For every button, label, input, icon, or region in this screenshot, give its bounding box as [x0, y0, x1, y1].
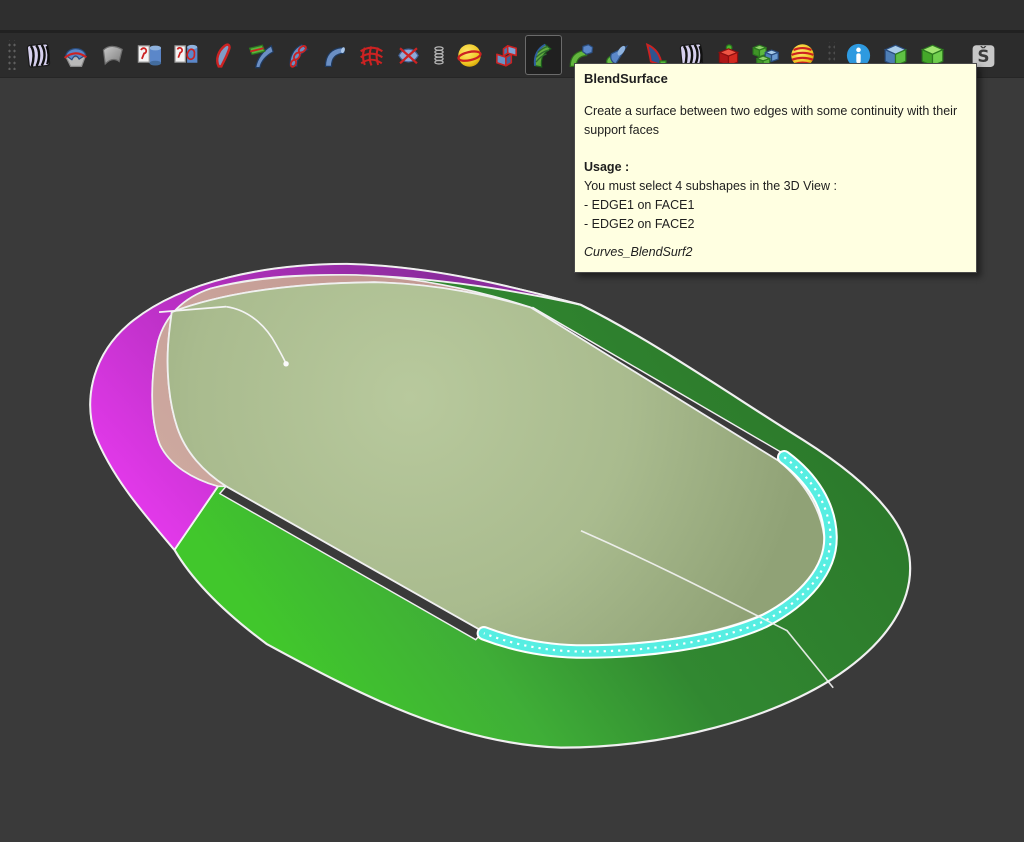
- spring-tool-icon: [428, 41, 450, 70]
- window-titlebar: [0, 0, 1024, 33]
- red-grid-patch-icon: [357, 41, 386, 70]
- tooltip-usage-intro: You must select 4 subshapes in the 3D Vi…: [584, 177, 967, 196]
- boxes-red-edges-icon: [492, 41, 521, 70]
- cross-curves-patch[interactable]: [390, 35, 427, 75]
- sweep-tube-icon: [283, 41, 312, 70]
- profile-blade-icon: [209, 41, 238, 70]
- profile-blade[interactable]: [205, 35, 242, 75]
- curve-endpoint-marker[interactable]: [283, 361, 288, 366]
- cross-curves-patch-icon: [394, 41, 423, 70]
- zebra-analysis[interactable]: [20, 35, 57, 75]
- sketch-on-surface-icon: [135, 41, 164, 70]
- toolbar-grip[interactable]: [6, 40, 16, 70]
- boxes-red-edges[interactable]: [488, 35, 525, 75]
- tooltip-command-name: Curves_BlendSurf2: [584, 243, 967, 262]
- map-sketch-icon: [172, 41, 201, 70]
- zebra-analysis-icon: [24, 41, 53, 70]
- blend-surface-icon: [529, 41, 558, 70]
- isocurve-sphere-icon: [455, 41, 484, 70]
- pipeshell-profile[interactable]: [242, 35, 279, 75]
- application-window: BlendSurface Create a surface between tw…: [0, 0, 1024, 842]
- tooltip-description: Create a surface between two edges with …: [584, 102, 967, 140]
- sweep-tube[interactable]: [279, 35, 316, 75]
- spring-tool[interactable]: [427, 35, 451, 75]
- tooltip-usage-item: - EDGE2 on FACE2: [584, 215, 967, 234]
- sketch-on-surface[interactable]: [131, 35, 168, 75]
- tooltip-usage-label: Usage :: [584, 158, 967, 177]
- gray-surface-tool-icon: [98, 41, 127, 70]
- pipeshell-profile-icon: [246, 41, 275, 70]
- isocurve-sphere[interactable]: [451, 35, 488, 75]
- gray-surface-tool[interactable]: [94, 35, 131, 75]
- map-sketch[interactable]: [168, 35, 205, 75]
- tooltip-title: BlendSurface: [584, 69, 967, 88]
- pipe-elbow-icon: [320, 41, 349, 70]
- pipe-elbow[interactable]: [316, 35, 353, 75]
- curve-on-surface[interactable]: [57, 35, 94, 75]
- tooltip-usage-item: - EDGE1 on FACE1: [584, 196, 967, 215]
- blend-surface[interactable]: [525, 35, 562, 75]
- red-grid-patch[interactable]: [353, 35, 390, 75]
- blendsurface-tooltip: BlendSurface Create a surface between tw…: [574, 63, 977, 273]
- curve-on-surface-icon: [61, 41, 90, 70]
